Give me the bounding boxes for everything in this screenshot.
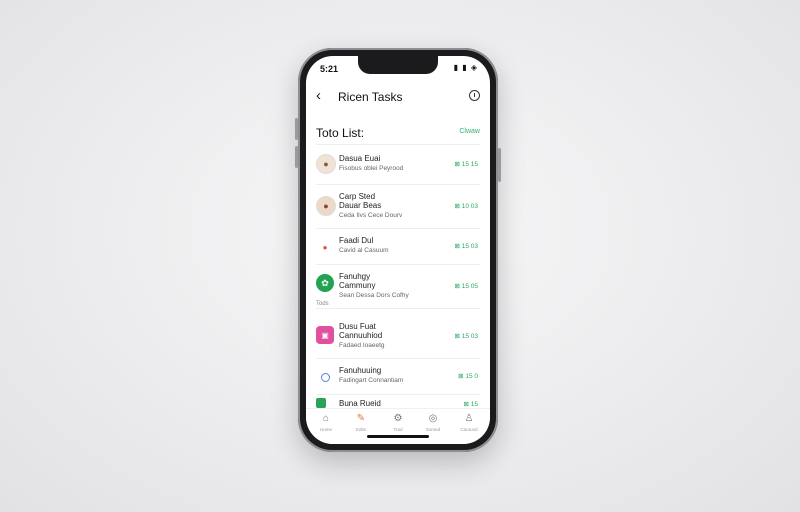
task-row[interactable]: ● Dasua Euai Fisobus oblei Peyrood ⊠ 15 … [316,150,480,184]
tab-bar: ⌂ Home ✎ Edits ⚙ Trad ◎ Somed ♙ Caround [306,408,490,444]
task-time: ⊠ 15 [463,401,478,408]
task-row[interactable]: Fanuhuuing Fadingart Connantiam ⊠ 15 0 [316,362,480,394]
circle-icon [316,368,334,386]
section-title: Toto List: [316,126,365,140]
task-time: ⊠ 10 03 [454,203,478,210]
status-time: 5:21 [320,64,339,74]
task-subtitle: Fadingart Connantiam [339,377,404,384]
task-title-line2: Dauar Beas [339,201,382,210]
task-title: Faadi Dul [339,236,374,245]
leaf-icon: ✿ [316,274,334,292]
task-subtitle: Cavid al Casuum [339,247,389,254]
task-title: Dusu Fuat [339,322,376,331]
page-title: Ricen Tasks [338,90,403,104]
group-label: Tods [316,301,329,307]
divider [316,358,480,359]
person-avatar: ● [316,154,336,174]
tab-caround[interactable]: ♙ Caround [454,413,484,432]
divider [316,264,480,265]
camera-icon: ◎ [428,413,438,424]
notch [358,56,438,74]
task-row[interactable]: ▣ Dusu Fuat Cannuuhiod Fadaed Ioaeetg ⊠ … [316,318,480,358]
task-time: ⊠ 15 03 [454,243,478,250]
section-header: Toto List: Clwaw [316,126,480,142]
tab-label: Caround [460,427,478,432]
task-title-line2: Cannuuhiod [339,331,383,340]
task-row[interactable]: ● Carp Sted Dauar Beas Ceda Ilvs Cece Do… [316,188,480,228]
task-row[interactable]: ● Faadi Dul Cavid al Casuum ⊠ 15 03 [316,232,480,264]
red-dot-icon: ● [316,238,334,256]
task-time: ⊠ 15 03 [454,333,478,340]
task-title-line2: Cammuny [339,281,376,290]
phone-screen: 5:21 ▮ ▮ ◈ ‹ Ricen Tasks Toto List: Clwa… [306,56,490,444]
clock-icon[interactable] [469,90,480,101]
section-action-link[interactable]: Clwaw [459,128,480,135]
task-title: Fanuhuuing [339,366,382,375]
person-avatar: ● [316,196,336,216]
tab-label: Trad [393,427,403,432]
divider [316,228,480,229]
tab-somed[interactable]: ◎ Somed [418,413,448,432]
task-title: Dasua Euai [339,154,381,163]
divider [316,184,480,185]
back-chevron-icon[interactable]: ‹ [316,87,321,104]
status-icons: ▮ ▮ ◈ [453,63,478,72]
task-time: ⊠ 15 15 [454,161,478,168]
navigation-bar: ‹ Ricen Tasks [306,86,490,110]
house-icon: ⌂ [322,413,330,424]
power-button [498,148,501,182]
task-subtitle: Ceda Ilvs Cece Dourv [339,212,403,219]
tab-label: Home [319,427,332,432]
tab-trad[interactable]: ⚙ Trad [383,413,413,432]
task-time: ⊠ 15 05 [454,283,478,290]
task-time: ⊠ 15 0 [458,373,478,380]
tab-label: Somed [425,427,441,432]
task-subtitle: Fadaed Ioaeetg [339,342,385,349]
gear-icon: ⚙ [393,413,403,424]
volume-up-button [295,118,298,140]
divider [316,394,480,395]
tab-edits[interactable]: ✎ Edits [346,413,376,432]
home-indicator [367,435,429,438]
phone-frame: 5:21 ▮ ▮ ◈ ‹ Ricen Tasks Toto List: Clwa… [295,48,501,452]
volume-down-button [295,146,298,168]
task-subtitle: Fisobus oblei Peyrood [339,165,404,172]
divider [316,144,480,145]
tab-label: Edits [355,427,366,432]
photo-icon: ▣ [316,326,334,344]
divider [316,308,480,309]
task-title: Buna Rueid [339,399,381,408]
pencil-icon: ✎ [356,413,366,424]
green-square-icon [316,398,326,408]
tab-home[interactable]: ⌂ Home [311,413,341,432]
task-title: Fanuhgy [339,272,371,281]
person-icon: ♙ [464,413,474,424]
task-subtitle: Sean Dessa Dors Cofhy [339,292,409,299]
task-title: Carp Sted [339,192,376,201]
task-row[interactable]: ✿ Fanuhgy Cammuny Sean Dessa Dors Cofhy … [316,268,480,308]
